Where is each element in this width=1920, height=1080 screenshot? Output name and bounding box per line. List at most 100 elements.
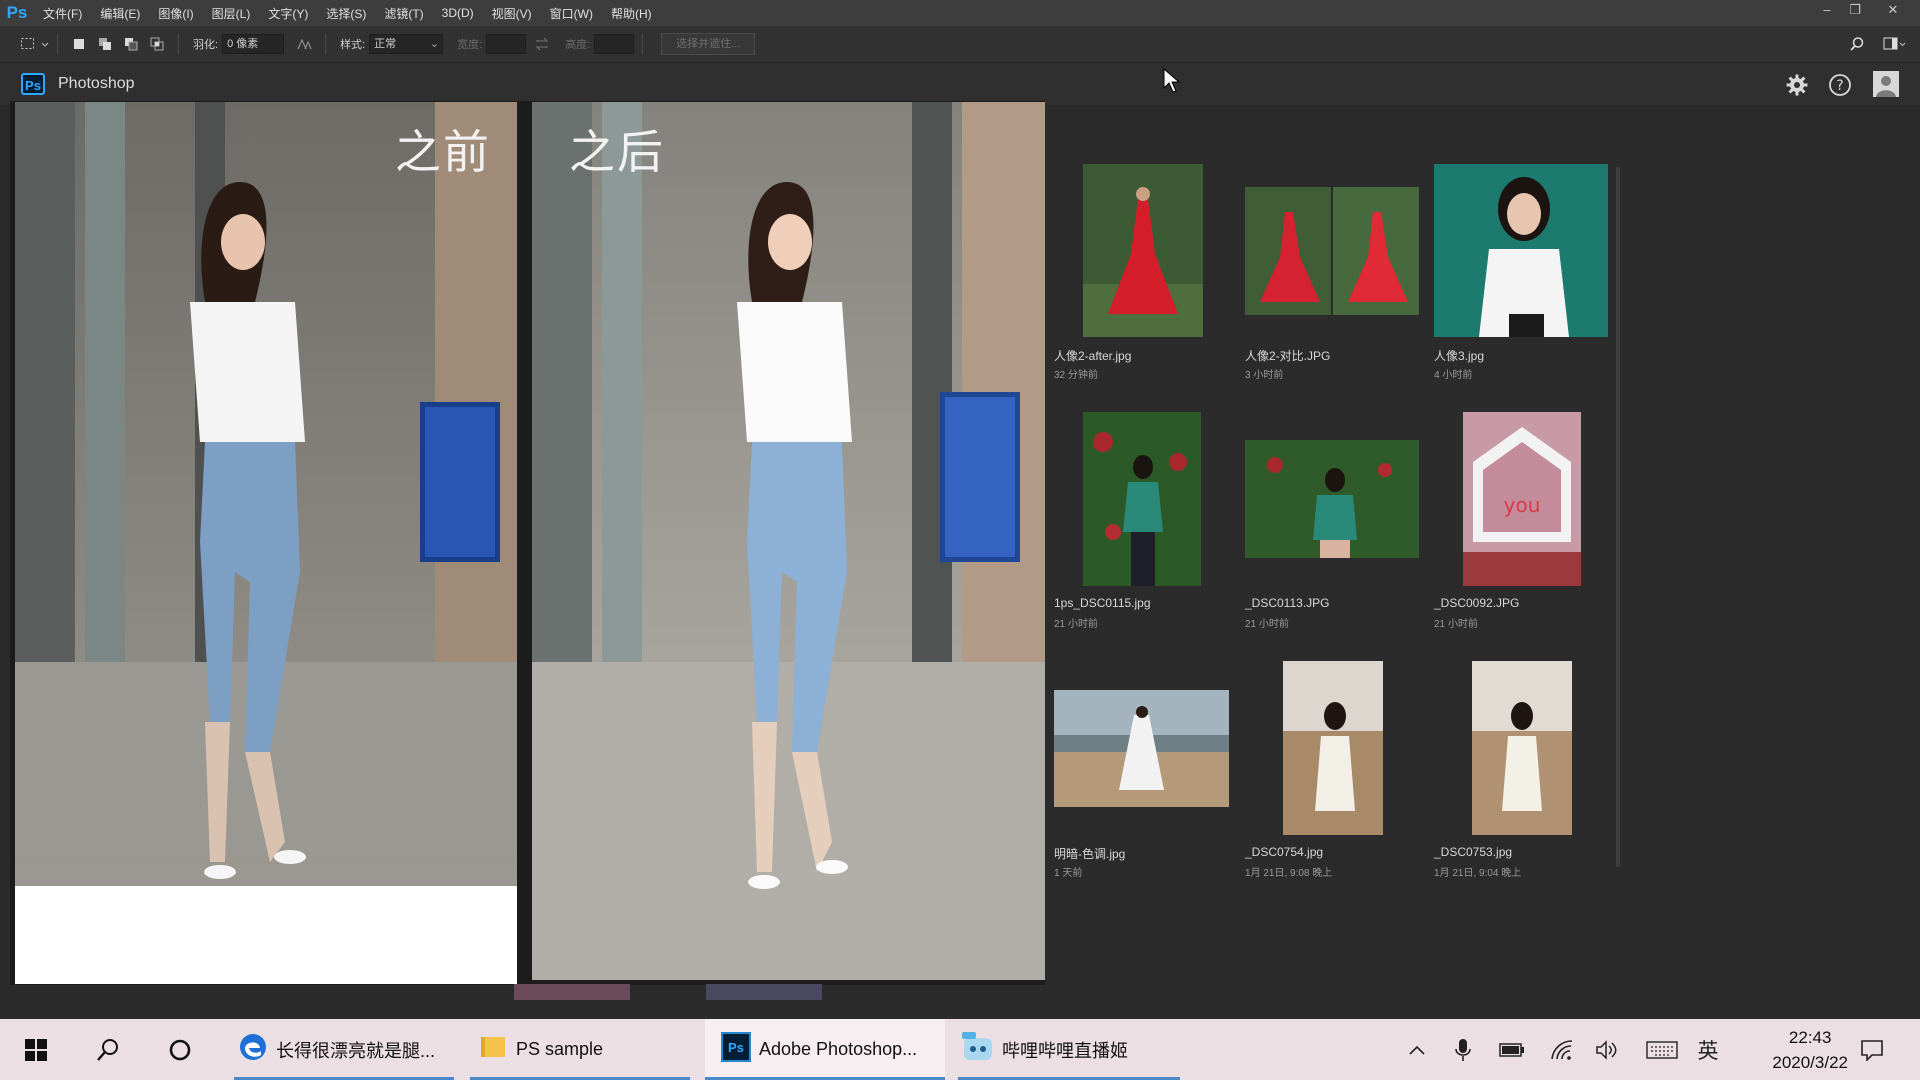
options-bar: 羽化: 0 像素 样式: 正常 ⌄ 宽度: 高度: 选择并遮住...: [0, 26, 1920, 63]
notification-icon[interactable]: [1855, 1019, 1889, 1080]
recent-file-thumbnail[interactable]: [1245, 440, 1419, 558]
edge-icon: [238, 1032, 268, 1067]
style-select-value: 正常: [374, 38, 397, 50]
folder-icon: [480, 1034, 506, 1065]
recent-file-time: 1 天前: [1054, 868, 1083, 879]
recent-file-name[interactable]: 人像3.jpg: [1434, 347, 1484, 364]
swap-icon[interactable]: [534, 36, 550, 52]
menu-view[interactable]: 视图(V): [483, 5, 541, 22]
svg-text:Ps: Ps: [728, 1040, 744, 1055]
menu-filter[interactable]: 滤镜(T): [375, 5, 432, 22]
recent-file-name[interactable]: 人像2-对比.JPG: [1245, 347, 1330, 364]
recent-file-thumbnail[interactable]: [1083, 412, 1201, 586]
before-photo: 之前: [15, 102, 517, 984]
recent-file-thumbnail[interactable]: [1472, 661, 1572, 835]
photoshop-badge-icon[interactable]: Ps: [21, 73, 45, 95]
menu-type[interactable]: 文字(Y): [259, 5, 317, 22]
clock-date: 2020/3/22: [1772, 1053, 1848, 1072]
recent-file-name[interactable]: _DSC0113.JPG: [1245, 596, 1330, 610]
recent-file-thumbnail[interactable]: [1434, 164, 1608, 337]
volume-icon[interactable]: [1590, 1019, 1624, 1080]
recent-files-scrollbar[interactable]: [1616, 167, 1620, 867]
recent-file-thumbnail[interactable]: [1283, 661, 1383, 835]
recent-file-time: 32 分钟前: [1054, 370, 1098, 381]
feather-label: 羽化:: [193, 39, 219, 51]
workspace-icon[interactable]: [1883, 36, 1906, 52]
microphone-icon[interactable]: [1448, 1019, 1478, 1080]
height-label: 高度:: [565, 39, 591, 51]
recent-file-thumbnail[interactable]: [1054, 690, 1229, 807]
close-button[interactable]: ✕: [1880, 0, 1906, 22]
recent-file-time: 4 小时前: [1434, 370, 1473, 381]
marquee-tool-icon[interactable]: [20, 36, 36, 52]
help-icon[interactable]: ?: [1828, 73, 1852, 97]
taskbar-item-label: 长得很漂亮就是腿...: [276, 1040, 436, 1061]
anti-alias-icon[interactable]: [296, 36, 312, 52]
style-select[interactable]: 正常 ⌄: [369, 34, 444, 54]
chevron-down-icon: ⌄: [429, 38, 440, 50]
menu-image[interactable]: 图像(I): [149, 5, 202, 22]
new-selection-icon[interactable]: [71, 36, 87, 52]
recent-file-thumbnail[interactable]: [1245, 187, 1419, 315]
recent-file-time: 21 小时前: [1245, 619, 1289, 630]
width-input[interactable]: [486, 34, 527, 54]
before-after-preview: 之前 之后: [10, 101, 1045, 985]
style-label: 样式:: [340, 39, 366, 51]
minimize-button[interactable]: –: [1814, 0, 1840, 22]
system-clock[interactable]: 22:43 2020/3/22: [1772, 1025, 1848, 1075]
user-avatar-icon[interactable]: [1873, 71, 1899, 97]
height-input[interactable]: [594, 34, 635, 54]
menu-3d[interactable]: 3D(D): [433, 6, 483, 20]
subtract-selection-icon[interactable]: [123, 36, 139, 52]
taskbar-item-folder[interactable]: PS sample: [470, 1019, 690, 1080]
page-title: Photoshop: [58, 75, 135, 92]
battery-icon[interactable]: [1495, 1019, 1529, 1080]
windows-start-icon[interactable]: [14, 1019, 58, 1080]
recent-file-name[interactable]: 1ps_DSC0115.jpg: [1054, 596, 1151, 610]
recent-file-name[interactable]: _DSC0753.jpg: [1434, 845, 1512, 859]
taskbar-item-bilibili[interactable]: 哔哩哔哩直播姬: [958, 1019, 1180, 1080]
keyboard-icon[interactable]: [1642, 1019, 1682, 1080]
width-label: 宽度:: [457, 39, 483, 51]
feather-input[interactable]: 0 像素: [222, 34, 285, 54]
search-icon[interactable]: [86, 1019, 130, 1080]
wifi-icon[interactable]: [1545, 1019, 1579, 1080]
mouse-cursor-icon: [1163, 67, 1181, 99]
photoshop-logo: Ps: [6, 3, 28, 22]
menu-file[interactable]: 文件(F): [34, 5, 91, 22]
menu-select[interactable]: 选择(S): [317, 5, 375, 22]
divider: [325, 34, 327, 54]
recent-file-name[interactable]: 明暗-色调.jpg: [1054, 845, 1125, 862]
search-icon[interactable]: [1849, 36, 1865, 52]
restore-button[interactable]: ❐: [1842, 0, 1868, 22]
taskbar-item-photoshop[interactable]: Ps Adobe Photoshop...: [705, 1019, 945, 1080]
recent-file-thumbnail[interactable]: you: [1463, 412, 1581, 586]
recent-file-thumbnail[interactable]: [1083, 164, 1203, 337]
menu-help[interactable]: 帮助(H): [602, 5, 661, 22]
recent-file-name[interactable]: _DSC0092.JPG: [1434, 596, 1519, 610]
settings-gear-icon[interactable]: [1785, 73, 1809, 97]
ime-indicator[interactable]: 英: [1692, 1019, 1724, 1080]
thumbnail-strip-image[interactable]: [514, 984, 630, 1000]
photoshop-icon: Ps: [721, 1032, 751, 1067]
recent-file-time: 3 小时前: [1245, 370, 1284, 381]
chevron-down-icon[interactable]: [41, 36, 49, 52]
recent-file-name[interactable]: 人像2-after.jpg: [1054, 347, 1131, 364]
menu-edit[interactable]: 编辑(E): [91, 5, 149, 22]
svg-text:?: ?: [1836, 78, 1843, 94]
menu-window[interactable]: 窗口(W): [541, 5, 602, 22]
recent-file-name[interactable]: _DSC0754.jpg: [1245, 845, 1323, 859]
clock-time: 22:43: [1788, 1028, 1832, 1047]
home-header: Ps Photoshop ?: [0, 63, 1920, 105]
taskbar-item-edge[interactable]: 长得很漂亮就是腿...: [234, 1019, 454, 1080]
thumbnail-strip-image[interactable]: [706, 984, 822, 1000]
chevron-up-icon[interactable]: [1402, 1019, 1432, 1080]
intersect-selection-icon[interactable]: [149, 36, 165, 52]
menu-layer[interactable]: 图层(L): [203, 5, 260, 22]
select-and-mask-button[interactable]: 选择并遮住...: [661, 33, 756, 55]
recent-file-time: 21 小时前: [1054, 619, 1098, 630]
add-selection-icon[interactable]: [97, 36, 113, 52]
cortana-icon[interactable]: [158, 1019, 202, 1080]
divider: [642, 34, 644, 54]
recent-file-time: 1月 21日, 9:04 晚上: [1434, 868, 1522, 879]
